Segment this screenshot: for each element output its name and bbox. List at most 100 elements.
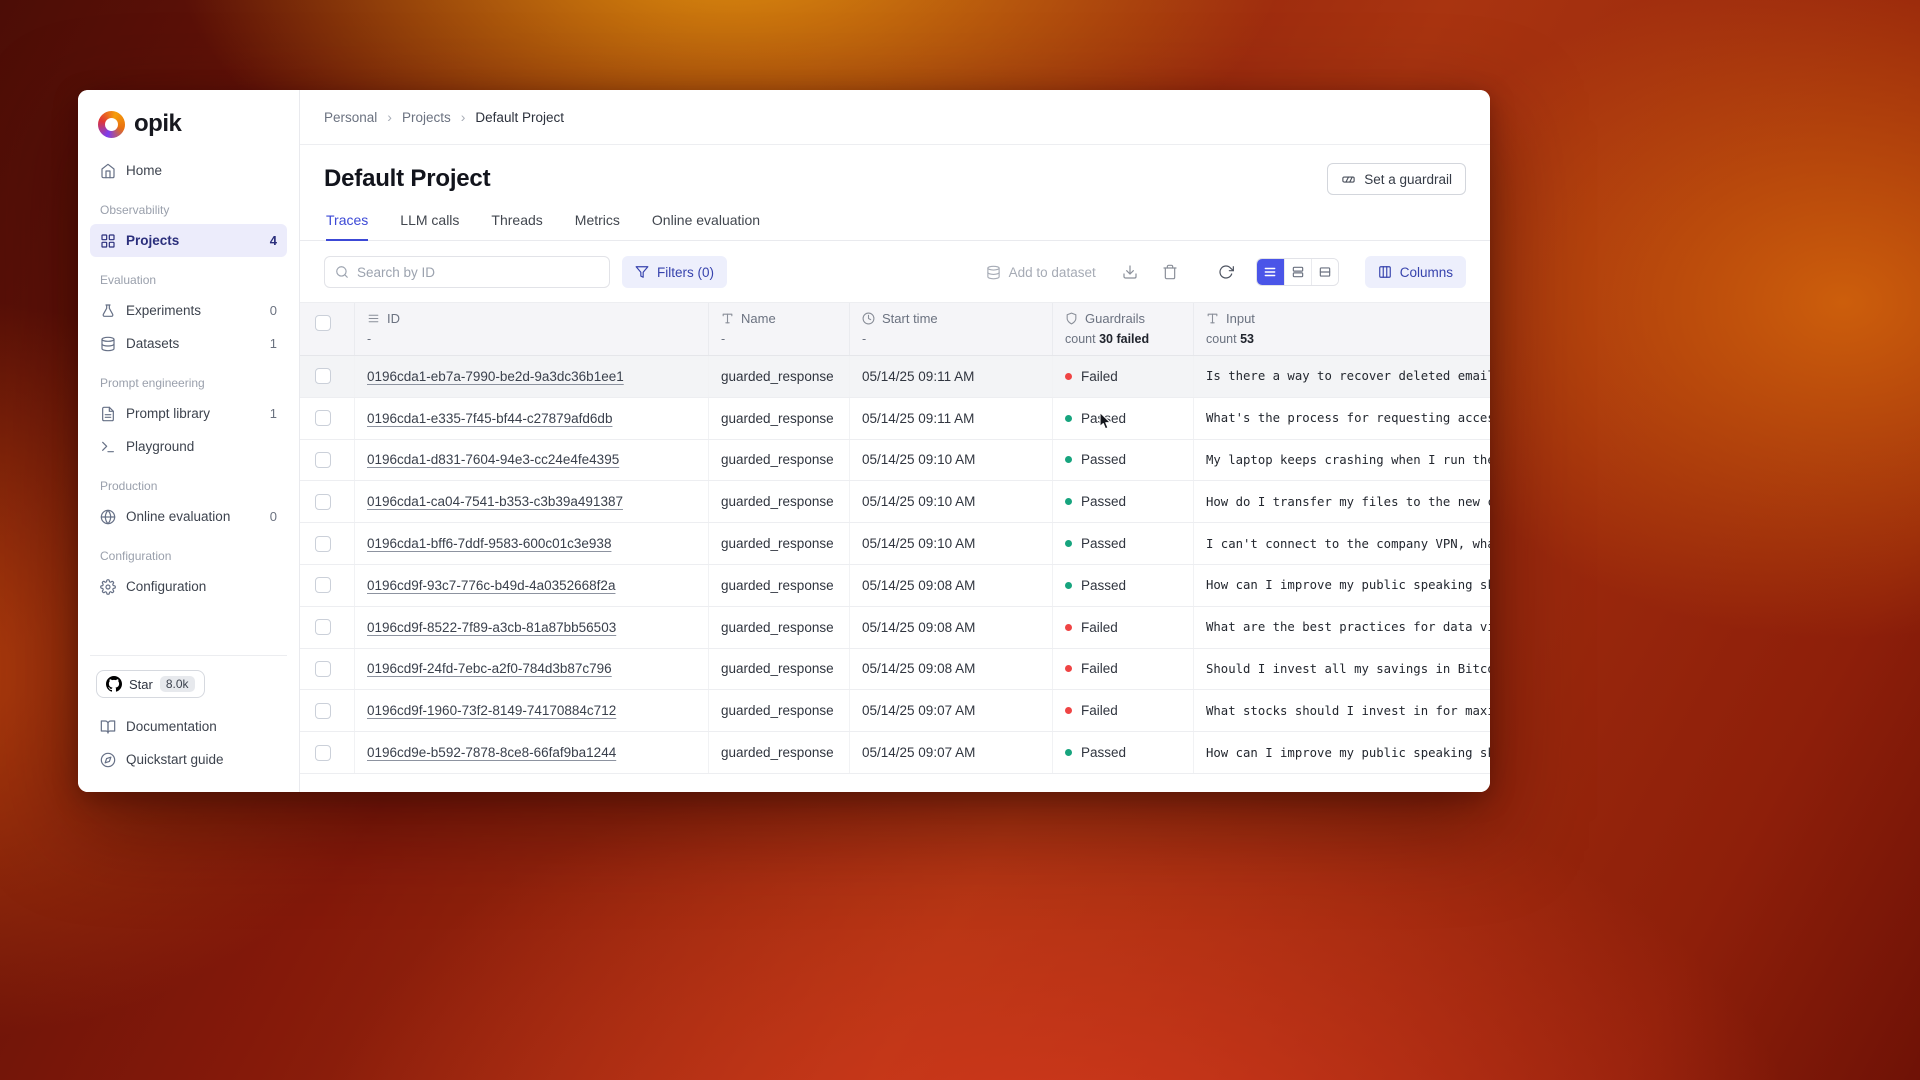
density-large-button[interactable] bbox=[1311, 259, 1338, 285]
trace-id-link[interactable]: 0196cd9f-93c7-776c-b49d-4a0352668f2a bbox=[367, 578, 615, 593]
row-checkbox[interactable] bbox=[315, 536, 331, 552]
trace-id-link[interactable]: 0196cda1-e335-7f45-bf44-c27879afd6db bbox=[367, 411, 612, 426]
sidebar-item-label: Projects bbox=[126, 233, 179, 248]
column-header-start-time[interactable]: Start time - bbox=[850, 303, 1053, 355]
sidebar-item-label: Playground bbox=[126, 439, 194, 454]
filters-label: Filters (0) bbox=[657, 265, 714, 280]
table-row[interactable]: 0196cda1-d831-7604-94e3-cc24e4fe4395 gua… bbox=[300, 440, 1490, 482]
trace-start-time-cell: 05/14/25 09:08 AM bbox=[850, 649, 1053, 690]
density-medium-button[interactable] bbox=[1284, 259, 1311, 285]
rows-compact-icon bbox=[1263, 265, 1277, 279]
select-all-checkbox[interactable] bbox=[315, 315, 331, 331]
search-input[interactable] bbox=[357, 265, 599, 280]
trace-start-time-cell: 05/14/25 09:07 AM bbox=[850, 690, 1053, 731]
refresh-button[interactable] bbox=[1212, 258, 1240, 286]
table-row[interactable]: 0196cd9f-24fd-7ebc-a2f0-784d3b87c796 gua… bbox=[300, 649, 1490, 691]
sidebar-item-documentation[interactable]: Documentation bbox=[90, 710, 287, 743]
trace-id-link[interactable]: 0196cd9e-b592-7878-8ce8-66faf9ba1244 bbox=[367, 745, 616, 760]
breadcrumb-item-projects[interactable]: Projects bbox=[402, 110, 451, 125]
trace-name-cell: guarded_response bbox=[709, 356, 850, 397]
sidebar-item-configuration[interactable]: Configuration bbox=[90, 570, 287, 603]
row-checkbox[interactable] bbox=[315, 745, 331, 761]
sidebar-item-count: 4 bbox=[270, 233, 277, 248]
density-compact-button[interactable] bbox=[1257, 259, 1284, 285]
trace-input-cell: I can't connect to the company VPN, what… bbox=[1194, 523, 1490, 564]
tab-metrics[interactable]: Metrics bbox=[575, 212, 620, 241]
breadcrumb-item-current: Default Project bbox=[475, 110, 564, 125]
main-content: Personal › Projects › Default Project De… bbox=[300, 90, 1490, 792]
search-box[interactable] bbox=[324, 256, 610, 288]
column-header-guardrails[interactable]: Guardrails count 30 failed bbox=[1053, 303, 1194, 355]
sidebar-item-label: Configuration bbox=[126, 579, 206, 594]
status-dot-passed bbox=[1065, 498, 1072, 505]
column-header-input[interactable]: Input count 53 bbox=[1194, 303, 1490, 355]
table-row[interactable]: 0196cda1-bff6-7ddf-9583-600c01c3e938 gua… bbox=[300, 523, 1490, 565]
row-checkbox[interactable] bbox=[315, 577, 331, 593]
search-icon bbox=[335, 265, 349, 279]
trace-name-cell: guarded_response bbox=[709, 565, 850, 606]
tab-llm-calls[interactable]: LLM calls bbox=[400, 212, 459, 241]
tab-traces[interactable]: Traces bbox=[326, 212, 368, 241]
table-row[interactable]: 0196cda1-eb7a-7990-be2d-9a3dc36b1ee1 gua… bbox=[300, 356, 1490, 398]
row-checkbox[interactable] bbox=[315, 619, 331, 635]
row-checkbox[interactable] bbox=[315, 368, 331, 384]
trace-id-link[interactable]: 0196cda1-eb7a-7990-be2d-9a3dc36b1ee1 bbox=[367, 369, 624, 384]
row-checkbox[interactable] bbox=[315, 494, 331, 510]
filters-button[interactable]: Filters (0) bbox=[622, 256, 727, 288]
sidebar-item-online-evaluation[interactable]: Online evaluation 0 bbox=[90, 500, 287, 533]
column-header-id[interactable]: ID - bbox=[355, 303, 709, 355]
id-aggregate: - bbox=[367, 332, 696, 346]
rows-large-icon bbox=[1318, 265, 1332, 279]
sidebar-item-playground[interactable]: Playground bbox=[90, 430, 287, 463]
sidebar-item-label: Online evaluation bbox=[126, 509, 230, 524]
trace-id-link[interactable]: 0196cda1-d831-7604-94e3-cc24e4fe4395 bbox=[367, 452, 619, 467]
status-dot-failed bbox=[1065, 624, 1072, 631]
table-row[interactable]: 0196cd9f-1960-73f2-8149-74170884c712 gua… bbox=[300, 690, 1490, 732]
guardrail-icon bbox=[1341, 172, 1356, 187]
trace-input-cell: Is there a way to recover deleted emails… bbox=[1194, 356, 1490, 397]
trace-id-link[interactable]: 0196cd9f-8522-7f89-a3cb-81a87bb56503 bbox=[367, 620, 616, 635]
table-row[interactable]: 0196cd9e-b592-7878-8ce8-66faf9ba1244 gua… bbox=[300, 732, 1490, 774]
sidebar-item-quickstart-guide[interactable]: Quickstart guide bbox=[90, 743, 287, 776]
sidebar-item-prompt-library[interactable]: Prompt library 1 bbox=[90, 397, 287, 430]
column-header-name[interactable]: Name - bbox=[709, 303, 850, 355]
table-row[interactable]: 0196cd9f-8522-7f89-a3cb-81a87bb56503 gua… bbox=[300, 607, 1490, 649]
github-star-button[interactable]: Star 8.0k bbox=[96, 670, 205, 698]
sidebar-item-home[interactable]: Home bbox=[90, 154, 287, 187]
breadcrumb-item-personal[interactable]: Personal bbox=[324, 110, 377, 125]
row-checkbox[interactable] bbox=[315, 661, 331, 677]
terminal-icon bbox=[100, 439, 116, 455]
traces-table: ID - Name - Start time - Guardrails coun… bbox=[300, 302, 1490, 792]
sidebar-item-experiments[interactable]: Experiments 0 bbox=[90, 294, 287, 327]
delete-button[interactable] bbox=[1156, 258, 1184, 286]
funnel-icon bbox=[635, 265, 649, 279]
columns-button[interactable]: Columns bbox=[1365, 256, 1466, 288]
sidebar-item-count: 0 bbox=[270, 509, 277, 524]
row-checkbox[interactable] bbox=[315, 452, 331, 468]
trace-start-time-cell: 05/14/25 09:10 AM bbox=[850, 440, 1053, 481]
sidebar-item-label: Experiments bbox=[126, 303, 201, 318]
status-dot-passed bbox=[1065, 540, 1072, 547]
desktop-background: { "colors": { "accent": "#4A55E8", "acce… bbox=[0, 0, 1920, 1080]
star-count-badge: 8.0k bbox=[160, 676, 195, 692]
row-checkbox[interactable] bbox=[315, 703, 331, 719]
trace-id-link[interactable]: 0196cda1-bff6-7ddf-9583-600c01c3e938 bbox=[367, 536, 611, 551]
sidebar-item-label: Prompt library bbox=[126, 406, 210, 421]
sidebar-item-projects[interactable]: Projects 4 bbox=[90, 224, 287, 257]
row-checkbox[interactable] bbox=[315, 410, 331, 426]
table-row[interactable]: 0196cda1-e335-7f45-bf44-c27879afd6db gua… bbox=[300, 398, 1490, 440]
trace-id-link[interactable]: 0196cda1-ca04-7541-b353-c3b39a491387 bbox=[367, 494, 623, 509]
trace-id-link[interactable]: 0196cd9f-1960-73f2-8149-74170884c712 bbox=[367, 703, 616, 718]
trace-id-link[interactable]: 0196cd9f-24fd-7ebc-a2f0-784d3b87c796 bbox=[367, 661, 612, 676]
table-row[interactable]: 0196cd9f-93c7-776c-b49d-4a0352668f2a gua… bbox=[300, 565, 1490, 607]
trace-input-cell: Should I invest all my savings in Bitcoi… bbox=[1194, 649, 1490, 690]
tab-online-evaluation[interactable]: Online evaluation bbox=[652, 212, 760, 241]
tab-threads[interactable]: Threads bbox=[491, 212, 542, 241]
sidebar-item-datasets[interactable]: Datasets 1 bbox=[90, 327, 287, 360]
download-button[interactable] bbox=[1116, 258, 1144, 286]
add-to-dataset-button[interactable]: Add to dataset bbox=[978, 256, 1104, 288]
flask-icon bbox=[100, 303, 116, 319]
table-row[interactable]: 0196cda1-ca04-7541-b353-c3b39a491387 gua… bbox=[300, 481, 1490, 523]
clock-icon bbox=[862, 312, 875, 325]
set-guardrail-button[interactable]: Set a guardrail bbox=[1327, 163, 1466, 195]
